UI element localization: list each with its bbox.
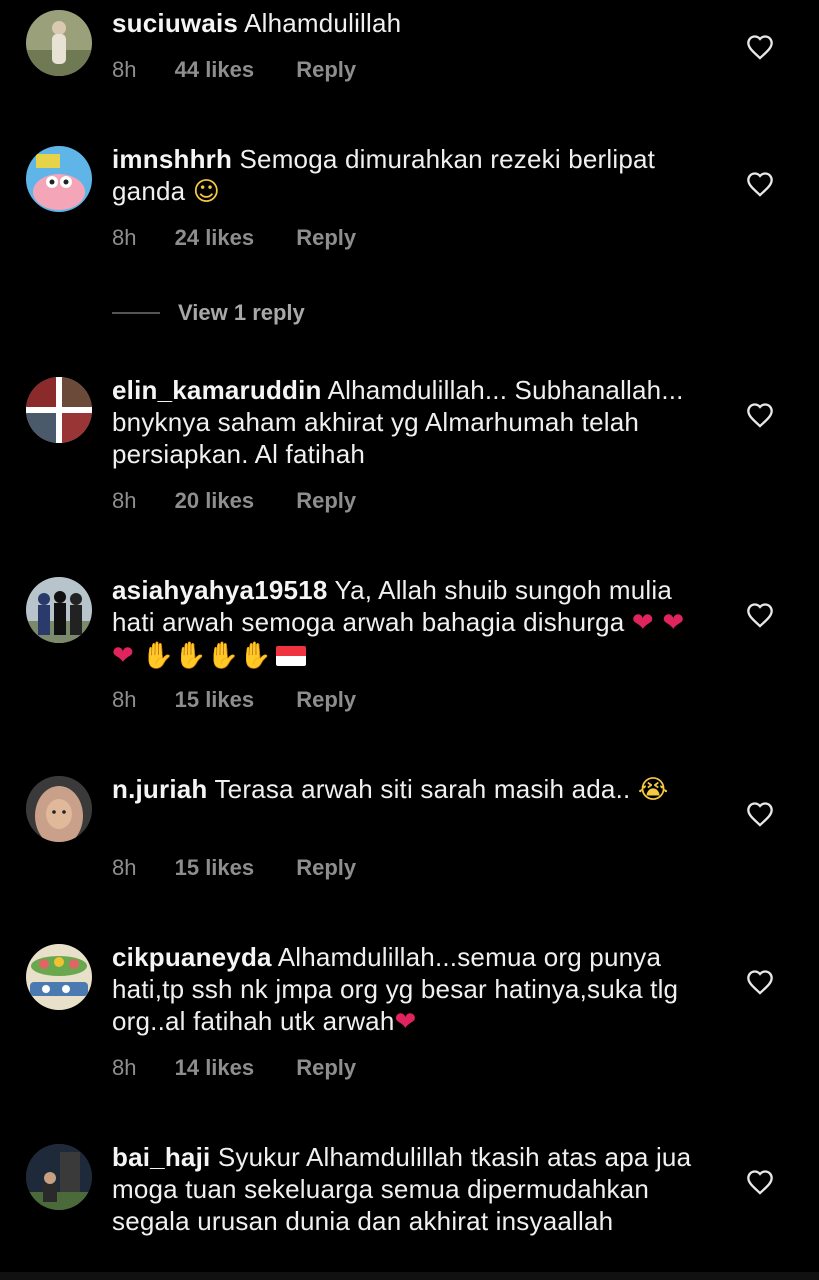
reply-button[interactable]: Reply: [296, 1055, 356, 1080]
comment-text: Alhamdulillah: [244, 8, 402, 38]
reply-button[interactable]: Reply: [296, 488, 356, 513]
comment-time: 8h: [112, 687, 137, 712]
avatar[interactable]: [26, 944, 92, 1010]
comment-time: 8h: [112, 855, 137, 880]
raised-hands-emoji: ✋✋✋✋: [141, 641, 272, 671]
crying-face-emoji: 😭: [637, 775, 669, 805]
reply-button[interactable]: Reply: [296, 225, 356, 250]
view-replies-button[interactable]: View 1 reply: [112, 300, 305, 326]
avatar[interactable]: [26, 377, 92, 443]
bottom-edge: [0, 1272, 819, 1280]
heart-outline-icon[interactable]: [746, 34, 774, 60]
comment-likes[interactable]: 20 likes: [175, 488, 255, 513]
avatar[interactable]: [26, 146, 92, 212]
reply-button[interactable]: Reply: [296, 687, 356, 712]
comment-likes[interactable]: 14 likes: [175, 1055, 255, 1080]
comment-username[interactable]: asiahyahya19518: [112, 575, 328, 605]
comment-likes[interactable]: 15 likes: [175, 855, 255, 880]
comment-username[interactable]: bai_haji: [112, 1142, 210, 1172]
divider-line: [112, 312, 160, 314]
reply-button[interactable]: Reply: [296, 57, 356, 82]
comment-time: 8h: [112, 488, 137, 513]
avatar[interactable]: [26, 577, 92, 643]
smiling-face-emoji: ☺: [192, 177, 221, 207]
heart-outline-icon[interactable]: [746, 402, 774, 428]
heart-outline-icon[interactable]: [746, 801, 774, 827]
comment-time: 8h: [112, 225, 137, 250]
comment-username[interactable]: imnshhrh: [112, 144, 232, 174]
comment-username[interactable]: cikpuaneyda: [112, 942, 272, 972]
comment-username[interactable]: elin_kamaruddin: [112, 375, 322, 405]
heart-outline-icon[interactable]: [746, 1169, 774, 1195]
reply-button[interactable]: Reply: [296, 855, 356, 880]
avatar[interactable]: [26, 776, 92, 842]
comment-likes[interactable]: 15 likes: [175, 687, 255, 712]
comment-likes[interactable]: 24 likes: [175, 225, 255, 250]
heart-outline-icon[interactable]: [746, 171, 774, 197]
comment-username[interactable]: n.juriah: [112, 774, 208, 804]
heart-outline-icon[interactable]: [746, 969, 774, 995]
comment-username[interactable]: suciuwais: [112, 8, 238, 38]
avatar[interactable]: [26, 1144, 92, 1210]
red-heart-emoji: ❤: [394, 1007, 417, 1037]
comment-likes[interactable]: 44 likes: [175, 57, 255, 82]
singapore-flag-icon: [275, 646, 306, 666]
heart-outline-icon[interactable]: [746, 602, 774, 628]
comment-time: 8h: [112, 1055, 137, 1080]
view-replies-label[interactable]: View 1 reply: [178, 300, 305, 326]
comment-text: Terasa arwah siti sarah masih ada..: [214, 774, 631, 804]
comment-time: 8h: [112, 57, 137, 82]
avatar[interactable]: [26, 10, 92, 76]
